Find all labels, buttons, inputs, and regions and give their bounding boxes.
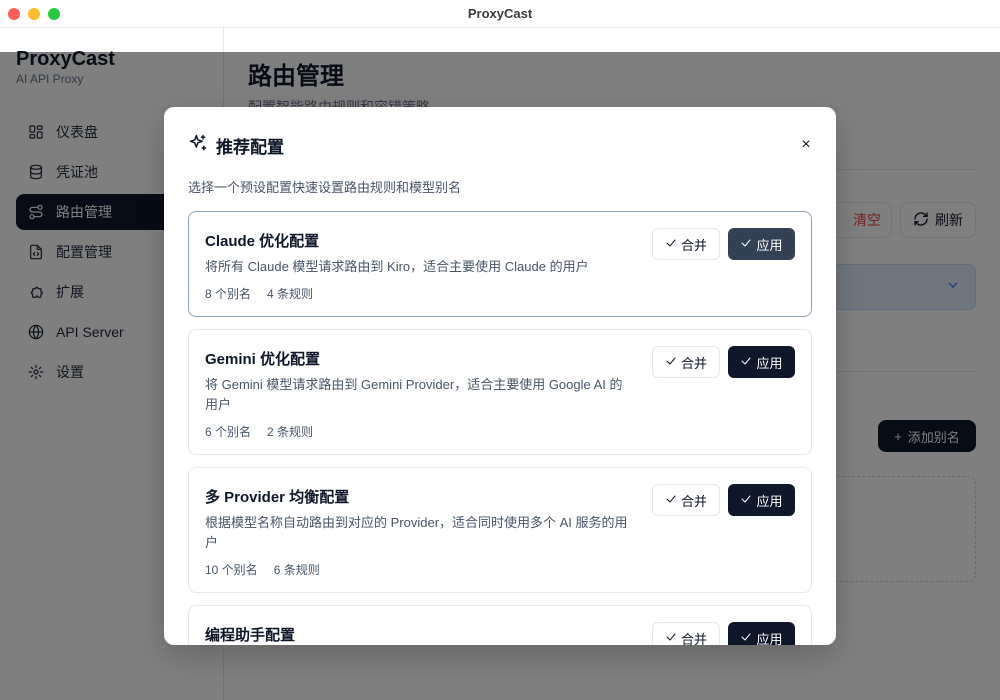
preset-card-multi-provider[interactable]: 多 Provider 均衡配置 根据模型名称自动路由到对应的 Provider，… bbox=[188, 467, 812, 593]
preset-actions: 合并 应用 bbox=[652, 228, 795, 260]
preset-meta: 6 个别名 2 条规则 bbox=[205, 423, 795, 440]
preset-alias-count: 10 个别名 bbox=[205, 563, 258, 577]
check-icon bbox=[740, 355, 752, 370]
preset-description: 将所有 Claude 模型请求路由到 Kiro，适合主要使用 Claude 的用… bbox=[205, 259, 589, 274]
apply-label: 应用 bbox=[756, 355, 783, 371]
preset-rule-count: 4 条规则 bbox=[267, 287, 314, 301]
preset-card-claude[interactable]: Claude 优化配置 将所有 Claude 模型请求路由到 Kiro，适合主要… bbox=[188, 211, 812, 317]
window-titlebar: ProxyCast bbox=[0, 0, 1000, 28]
preset-description: 根据模型名称自动路由到对应的 Provider，适合同时使用多个 AI 服务的用… bbox=[205, 515, 628, 550]
recommended-config-dialog: 推荐配置 × 选择一个预设配置快速设置路由规则和模型别名 Claude 优化配置… bbox=[164, 107, 836, 645]
merge-label: 合并 bbox=[680, 631, 707, 646]
merge-label: 合并 bbox=[680, 355, 707, 371]
preset-actions: 合并 应用 bbox=[652, 484, 795, 516]
check-icon bbox=[665, 631, 677, 646]
preset-meta: 10 个别名 6 条规则 bbox=[205, 561, 795, 578]
close-window-button[interactable] bbox=[8, 8, 20, 20]
close-icon[interactable]: × bbox=[798, 136, 814, 153]
preset-rule-count: 6 条规则 bbox=[273, 563, 320, 577]
merge-button[interactable]: 合并 bbox=[652, 484, 720, 516]
preset-actions: 合并 应用 bbox=[652, 622, 795, 645]
preset-description: 将 Gemini 模型请求路由到 Gemini Provider，适合主要使用 … bbox=[205, 377, 623, 412]
sparkles-icon bbox=[188, 133, 208, 158]
merge-label: 合并 bbox=[680, 493, 707, 509]
window-title: ProxyCast bbox=[467, 6, 533, 21]
merge-button[interactable]: 合并 bbox=[652, 622, 720, 645]
apply-label: 应用 bbox=[756, 631, 783, 646]
preset-card-gemini[interactable]: Gemini 优化配置 将 Gemini 模型请求路由到 Gemini Prov… bbox=[188, 329, 812, 455]
preset-rule-count: 2 条规则 bbox=[267, 425, 314, 439]
preset-card-coding-assistant[interactable]: 编程助手配置 合并 应用 bbox=[188, 605, 812, 645]
check-icon bbox=[665, 355, 677, 370]
apply-label: 应用 bbox=[756, 493, 783, 509]
dialog-description: 选择一个预设配置快速设置路由规则和模型别名 bbox=[188, 180, 462, 195]
apply-button[interactable]: 应用 bbox=[728, 228, 795, 260]
check-icon bbox=[740, 631, 752, 646]
minimize-window-button[interactable] bbox=[28, 8, 40, 20]
maximize-window-button[interactable] bbox=[48, 8, 60, 20]
apply-button[interactable]: 应用 bbox=[728, 484, 795, 516]
window-controls bbox=[8, 8, 60, 20]
preset-list: Claude 优化配置 将所有 Claude 模型请求路由到 Kiro，适合主要… bbox=[188, 211, 812, 645]
apply-button[interactable]: 应用 bbox=[728, 346, 795, 378]
check-icon bbox=[740, 237, 752, 252]
merge-button[interactable]: 合并 bbox=[652, 228, 720, 260]
dialog-title: 推荐配置 bbox=[216, 138, 284, 157]
check-icon bbox=[740, 493, 752, 508]
preset-alias-count: 6 个别名 bbox=[205, 425, 252, 439]
preset-actions: 合并 应用 bbox=[652, 346, 795, 378]
check-icon bbox=[665, 493, 677, 508]
apply-label: 应用 bbox=[756, 237, 783, 253]
apply-button[interactable]: 应用 bbox=[728, 622, 795, 645]
dialog-header: 推荐配置 bbox=[188, 133, 284, 158]
merge-button[interactable]: 合并 bbox=[652, 346, 720, 378]
preset-meta: 8 个别名 4 条规则 bbox=[205, 285, 795, 302]
check-icon bbox=[665, 237, 677, 252]
preset-alias-count: 8 个别名 bbox=[205, 287, 252, 301]
merge-label: 合并 bbox=[680, 237, 707, 253]
